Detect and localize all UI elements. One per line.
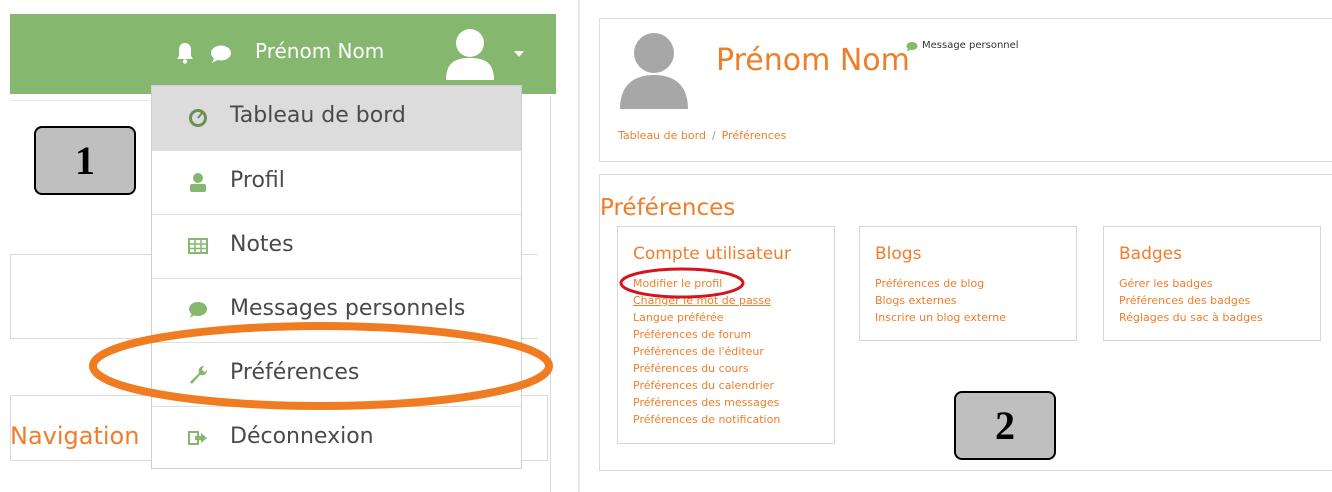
menu-item-label: Messages personnels xyxy=(230,296,466,321)
link-editor-preferences[interactable]: Préférences de l'éditeur xyxy=(633,343,780,360)
logout-icon xyxy=(188,431,207,445)
divider xyxy=(10,100,150,101)
menu-item-label: Déconnexion xyxy=(230,424,374,449)
link-badge-preferences[interactable]: Préférences des badges xyxy=(1119,292,1263,309)
link-preferred-language[interactable]: Langue préférée xyxy=(633,309,780,326)
section-blogs: Blogs Préférences de blog Blogs externes… xyxy=(859,226,1077,341)
section-title: Blogs xyxy=(875,244,922,264)
top-navbar: Prénom Nom xyxy=(10,14,556,94)
chat-icon xyxy=(189,302,207,318)
link-message-preferences[interactable]: Préférences des messages xyxy=(633,394,780,411)
message-link[interactable]: Message personnel xyxy=(922,40,1019,51)
menu-item-preferences[interactable]: Préférences xyxy=(152,342,521,406)
profile-header: Prénom Nom Message personnel Tableau de … xyxy=(599,18,1332,162)
section-title: Compte utilisateur xyxy=(633,244,791,264)
left-screenshot: Prénom Nom Navigation 1 Tableau de bord xyxy=(0,0,578,492)
user-avatar-icon xyxy=(620,33,688,109)
navigation-heading: Navigation xyxy=(10,422,140,450)
section-user-account: Compte utilisateur Modifier le profil Ch… xyxy=(617,226,835,444)
right-screenshot: Prénom Nom Message personnel Tableau de … xyxy=(580,0,1332,492)
menu-item-logout[interactable]: Déconnexion xyxy=(152,406,521,470)
link-manage-badges[interactable]: Gérer les badges xyxy=(1119,275,1263,292)
divider xyxy=(550,96,551,492)
link-edit-profile[interactable]: Modifier le profil xyxy=(633,275,780,292)
menu-item-messages[interactable]: Messages personnels xyxy=(152,278,521,342)
menu-item-label: Notes xyxy=(230,232,294,257)
link-register-external-blog[interactable]: Inscrire un blog externe xyxy=(875,309,1006,326)
wrench-icon xyxy=(190,366,207,384)
step-number-badge: 1 xyxy=(34,126,136,195)
user-name[interactable]: Prénom Nom xyxy=(255,39,384,63)
user-dropdown-menu: Tableau de bord Profil Notes Messages pe… xyxy=(151,85,522,469)
chat-icon[interactable] xyxy=(906,41,918,52)
menu-item-profile[interactable]: Profil xyxy=(152,150,521,214)
menu-item-label: Tableau de bord xyxy=(230,103,406,128)
link-external-blogs[interactable]: Blogs externes xyxy=(875,292,1006,309)
link-course-preferences[interactable]: Préférences du cours xyxy=(633,360,780,377)
section-title: Badges xyxy=(1119,244,1182,264)
page-title: Préférences xyxy=(600,195,736,221)
link-list: Gérer les badges Préférences des badges … xyxy=(1119,275,1263,326)
dashboard-icon xyxy=(189,109,207,127)
step-number-badge: 2 xyxy=(954,391,1056,460)
link-forum-preferences[interactable]: Préférences de forum xyxy=(633,326,780,343)
link-change-password[interactable]: Changer le mot de passe xyxy=(633,292,780,309)
breadcrumb-item[interactable]: Préférences xyxy=(722,129,787,142)
caret-down-icon[interactable] xyxy=(514,50,524,58)
menu-item-dashboard[interactable]: Tableau de bord xyxy=(152,86,521,150)
link-backpack-settings[interactable]: Réglages du sac à badges xyxy=(1119,309,1263,326)
link-blog-preferences[interactable]: Préférences de blog xyxy=(875,275,1006,292)
user-icon xyxy=(190,173,206,192)
bell-icon[interactable] xyxy=(176,42,194,64)
menu-item-label: Profil xyxy=(230,168,285,193)
section-badges: Badges Gérer les badges Préférences des … xyxy=(1103,226,1321,341)
link-calendar-preferences[interactable]: Préférences du calendrier xyxy=(633,377,780,394)
profile-full-name: Prénom Nom xyxy=(716,43,910,78)
link-list: Préférences de blog Blogs externes Inscr… xyxy=(875,275,1006,326)
breadcrumb: Tableau de bord / Préférences xyxy=(618,129,786,142)
link-notification-preferences[interactable]: Préférences de notification xyxy=(633,411,780,428)
breadcrumb-item[interactable]: Tableau de bord xyxy=(618,129,706,142)
link-list: Modifier le profil Changer le mot de pas… xyxy=(633,275,780,428)
menu-item-notes[interactable]: Notes xyxy=(152,214,521,278)
chat-icon[interactable] xyxy=(210,44,232,64)
breadcrumb-separator: / xyxy=(711,129,716,142)
user-avatar-icon[interactable] xyxy=(442,26,498,80)
grid-table-icon xyxy=(188,238,208,254)
menu-item-label: Préférences xyxy=(230,360,360,385)
